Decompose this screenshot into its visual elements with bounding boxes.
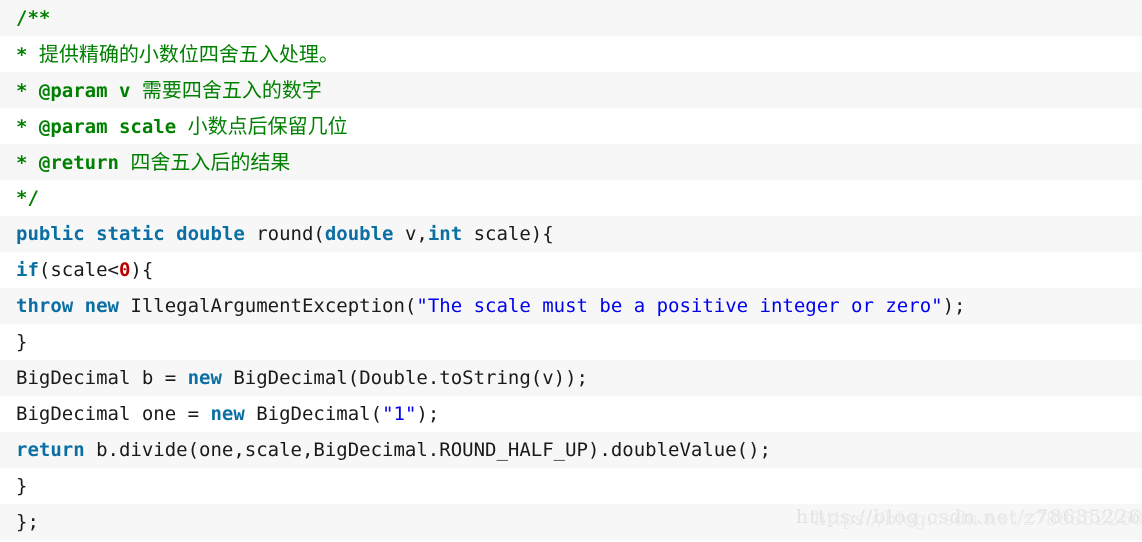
code-token-keyword: throw new — [16, 295, 119, 317]
code-token-plain: }; — [16, 511, 39, 533]
code-token-keyword: if — [16, 259, 39, 281]
code-line-list: /** * 提供精确的小数位四舍五入处理。 * @param v 需要四舍五入的数字… — [0, 0, 1142, 540]
code-line: /** — [0, 0, 1142, 36]
code-token-plain: IllegalArgumentException( — [118, 295, 417, 317]
code-line: public static double round(double v,int … — [0, 216, 1142, 252]
code-line: * @param v 需要四舍五入的数字 — [0, 72, 1142, 108]
code-token-plain: (scale< — [38, 259, 119, 281]
code-token-string: "1" — [382, 403, 417, 425]
code-token-plain: round( — [244, 223, 325, 245]
code-token-comment: */ — [16, 187, 39, 209]
code-line: if(scale<0){ — [0, 252, 1142, 288]
code-line: } — [0, 468, 1142, 504]
code-token-keyword: return — [16, 439, 85, 461]
code-line: }; — [0, 504, 1142, 540]
code-token-keyword: double — [324, 223, 394, 245]
code-line: * 提供精确的小数位四舍五入处理。 — [0, 36, 1142, 72]
code-token-comment: 四舍五入后的结果 — [130, 150, 291, 174]
code-token-plain: BigDecimal b = — [16, 367, 188, 389]
code-line: */ — [0, 180, 1142, 216]
code-token-keyword: new — [187, 367, 222, 389]
code-line: * @param scale 小数点后保留几位 — [0, 108, 1142, 144]
code-token-plain: b.divide(one,scale,BigDecimal.ROUND_HALF… — [84, 439, 771, 461]
code-line: return b.divide(one,scale,BigDecimal.ROU… — [0, 432, 1142, 468]
code-line: throw new IllegalArgumentException("The … — [0, 288, 1142, 324]
code-token-keyword: new — [210, 403, 245, 425]
code-token-plain: scale){ — [462, 223, 554, 245]
code-token-keyword: public static double — [16, 223, 245, 245]
code-token-plain: BigDecimal(Double.toString(v)); — [221, 367, 588, 389]
code-line: * @return 四舍五入后的结果 — [0, 144, 1142, 180]
code-token-comment: 需要四舍五入的数字 — [141, 78, 322, 102]
code-token-plain: } — [16, 331, 28, 353]
code-line: BigDecimal b = new BigDecimal(Double.toS… — [0, 360, 1142, 396]
code-token-comment: * @return — [16, 152, 131, 174]
code-line: BigDecimal one = new BigDecimal("1"); — [0, 396, 1142, 432]
code-token-string: "The scale must be a positive integer or… — [416, 295, 943, 317]
code-token-number: 0 — [118, 259, 131, 281]
code-token-comment: /** — [16, 7, 51, 29]
code-token-comment: * @param scale — [16, 116, 188, 138]
code-token-plain: BigDecimal( — [244, 403, 383, 425]
code-token-plain: ); — [416, 403, 440, 425]
code-token-plain: BigDecimal one = — [16, 403, 211, 425]
code-token-comment: * @param v — [16, 80, 142, 102]
code-token-plain: } — [16, 475, 28, 497]
code-token-comment: 小数点后保留几位 — [187, 114, 348, 138]
code-token-plain: v, — [393, 223, 428, 245]
code-token-plain: ){ — [130, 259, 154, 281]
code-token-comment: * — [16, 44, 39, 66]
code-block: /** * 提供精确的小数位四舍五入处理。 * @param v 需要四舍五入的数字… — [0, 0, 1142, 542]
code-token-comment: 提供精确的小数位四舍五入处理。 — [38, 42, 339, 66]
code-line: } — [0, 324, 1142, 360]
code-token-keyword: int — [427, 223, 463, 245]
code-token-plain: ); — [942, 295, 966, 317]
